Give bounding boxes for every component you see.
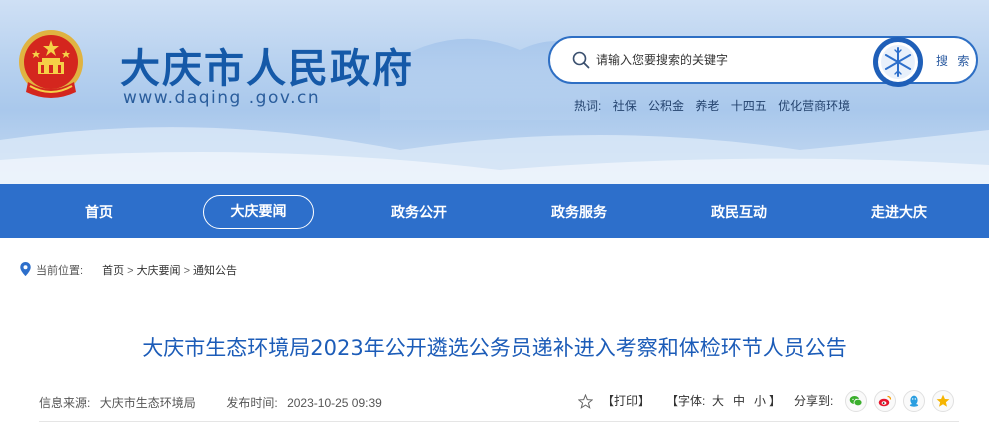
breadcrumb-separator: > xyxy=(183,265,190,277)
breadcrumb: 当前位置: 首页 > 大庆要闻 > 通知公告 xyxy=(20,262,237,278)
qq-icon[interactable] xyxy=(903,390,925,412)
nav-item-about-daqing[interactable]: 走进大庆 xyxy=(844,195,954,229)
font-size-label: 【字体: xyxy=(666,394,706,408)
hotwords-bar: 热词: 社保 公积金 养老 十四五 优化营商环境 xyxy=(574,97,858,114)
hotword-link[interactable]: 公积金 xyxy=(648,99,684,113)
weibo-icon[interactable] xyxy=(874,390,896,412)
source-label: 信息来源: xyxy=(39,396,91,410)
hotwords-label: 热词: xyxy=(574,99,602,113)
print-button[interactable]: 【打印】 xyxy=(602,389,650,413)
nav-item-daqing-news[interactable]: 大庆要闻 xyxy=(203,195,314,229)
nav-item-interaction[interactable]: 政民互动 xyxy=(684,195,794,229)
hotword-link[interactable]: 养老 xyxy=(695,99,719,113)
source-value: 大庆市生态环境局 xyxy=(99,396,196,410)
snowflake-badge-icon xyxy=(873,37,923,87)
article-meta: 信息来源: 大庆市生态环境局 发布时间: 2023-10-25 09:39 xyxy=(39,394,382,411)
main-nav: 首页 大庆要闻 政务公开 政务服务 政民互动 走进大庆 xyxy=(0,184,989,238)
font-size-small[interactable]: 小 xyxy=(754,389,766,413)
wechat-icon[interactable] xyxy=(845,390,867,412)
nav-item-home[interactable]: 首页 xyxy=(44,195,154,229)
article-divider xyxy=(39,421,959,422)
nav-item-government-services[interactable]: 政务服务 xyxy=(524,195,634,229)
publish-time-value: 2023-10-25 09:39 xyxy=(287,396,382,410)
breadcrumb-link-daqing-news[interactable]: 大庆要闻 xyxy=(137,265,181,277)
search-input[interactable] xyxy=(596,48,856,72)
national-emblem-icon xyxy=(19,30,83,98)
font-size-close: 】 xyxy=(769,394,782,408)
star-favorite-icon[interactable] xyxy=(578,394,593,409)
site-domain: www.daqing .gov.cn xyxy=(123,88,321,108)
font-size-medium[interactable]: 中 xyxy=(733,389,745,413)
search-box: 搜 索 xyxy=(548,36,978,87)
article-title: 大庆市生态环境局2023年公开遴选公务员递补进入考察和体检环节人员公告 xyxy=(142,336,847,360)
hotword-link[interactable]: 社保 xyxy=(613,99,637,113)
breadcrumb-separator: > xyxy=(127,265,134,277)
breadcrumb-link-home[interactable]: 首页 xyxy=(102,265,124,277)
header-banner: 大庆市人民政府 www.daqing .gov.cn 搜 索 热词: 社保 xyxy=(0,0,989,184)
hotword-link[interactable]: 十四五 xyxy=(731,99,767,113)
search-icon[interactable] xyxy=(572,51,590,69)
site-title: 大庆市人民政府 xyxy=(120,46,414,92)
publish-time-label: 发布时间: xyxy=(226,396,278,410)
search-button[interactable]: 搜 索 xyxy=(936,52,972,69)
qzone-icon[interactable] xyxy=(932,390,954,412)
font-size-large[interactable]: 大 xyxy=(712,389,724,413)
breadcrumb-prefix: 当前位置: xyxy=(36,265,84,277)
hotword-link[interactable]: 优化营商环境 xyxy=(778,99,850,113)
share-label: 分享到: xyxy=(794,394,834,408)
nav-item-government-affairs[interactable]: 政务公开 xyxy=(364,195,474,229)
location-pin-icon xyxy=(20,262,31,276)
breadcrumb-link-notices[interactable]: 通知公告 xyxy=(193,265,237,277)
